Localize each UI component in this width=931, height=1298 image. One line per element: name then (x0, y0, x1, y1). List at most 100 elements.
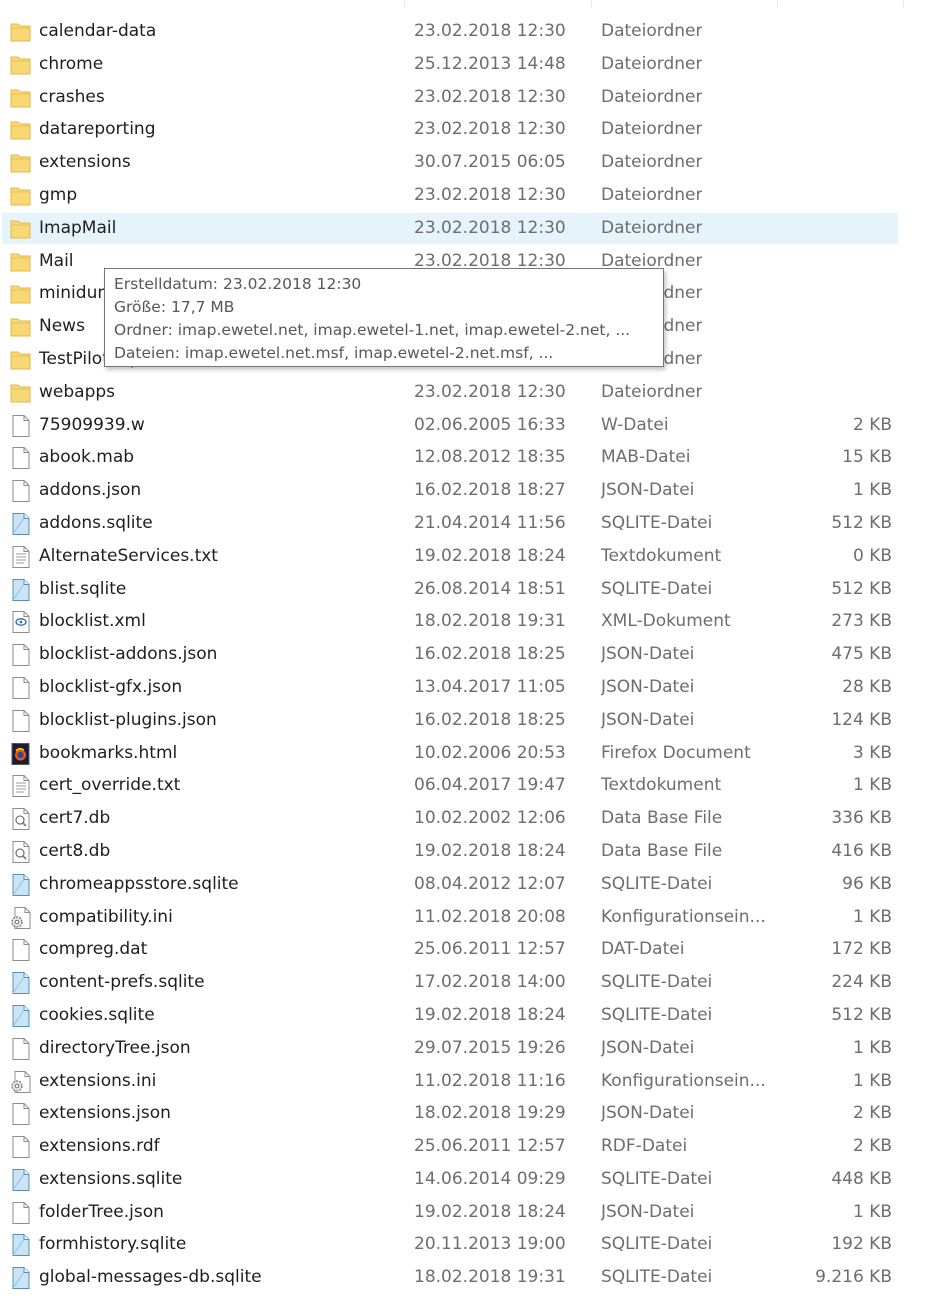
file-name: extensions.ini (39, 1070, 157, 1091)
file-date: 19.02.2018 18:24 (414, 840, 566, 861)
file-type: MAB-Datei (601, 447, 691, 468)
file-date: 25.06.2011 12:57 (414, 1136, 566, 1157)
file-row[interactable]: blocklist-gfx.json 13.04.2017 11:05 JSON-D… (0, 672, 931, 705)
file-size: 3 KB (852, 742, 892, 763)
file-size: 9.216 KB (815, 1267, 892, 1288)
file-row[interactable]: folderTree.json 19.02.2018 18:24 JSON-Date… (0, 1197, 931, 1230)
column-separator[interactable] (777, 0, 778, 7)
file-name: crashes (39, 86, 105, 107)
folder-row[interactable]: gmp 23.02.2018 12:30 Dateiordner (0, 180, 931, 213)
sqlite-file-icon (10, 873, 32, 897)
file-icon (10, 938, 32, 962)
file-name: blist.sqlite (39, 578, 127, 599)
file-row[interactable]: addons.sqlite 21.04.2014 11:56 SQLITE-Date… (0, 508, 931, 541)
file-name: extensions.sqlite (39, 1168, 183, 1189)
file-type: Dateiordner (601, 184, 703, 205)
folder-row[interactable]: calendar-data 23.02.2018 12:30 Dateiordner (0, 16, 931, 49)
file-row[interactable]: formhistory.sqlite 20.11.2013 19:00 SQLITE… (0, 1229, 931, 1262)
file-row[interactable]: blist.sqlite 26.08.2014 18:51 SQLITE-Datei… (0, 574, 931, 607)
file-date: 17.02.2018 14:00 (414, 972, 566, 993)
file-row[interactable]: blocklist.xml 18.02.2018 19:31 XML-Dokumen… (0, 606, 931, 639)
file-type: SQLITE-Datei (601, 1267, 713, 1288)
file-type: JSON-Datei (601, 1103, 695, 1124)
file-date: 25.12.2013 14:48 (414, 53, 566, 74)
file-size: 124 KB (831, 709, 892, 730)
file-row[interactable]: addons.json 16.02.2018 18:27 JSON-Datei 1 K… (0, 475, 931, 508)
folder-row[interactable]: extensions 30.07.2015 06:05 Dateiordner (0, 147, 931, 180)
file-name: chromeappsstore.sqlite (39, 873, 239, 894)
file-date: 23.02.2018 12:30 (414, 217, 566, 238)
file-name: gmp (39, 184, 78, 205)
folder-row[interactable]: webapps 23.02.2018 12:30 Dateiordner (0, 377, 931, 410)
file-row[interactable]: compreg.dat 25.06.2011 12:57 DAT-Datei 172 … (0, 934, 931, 967)
file-name: bookmarks.html (39, 742, 178, 763)
file-row[interactable]: extensions.sqlite 14.06.2014 09:29 SQLITE-… (0, 1164, 931, 1197)
file-size: 224 KB (831, 972, 892, 993)
folder-icon (10, 86, 32, 110)
file-name: blocklist.xml (39, 611, 146, 632)
file-row[interactable]: blocklist-plugins.json 16.02.2018 18:25 JS… (0, 705, 931, 738)
folder-row[interactable]: ImapMail 23.02.2018 12:30 Dateiordner (0, 212, 931, 246)
file-row[interactable]: global-messages-db.sqlite 18.02.2018 19:3… (0, 1262, 931, 1295)
file-type: Dateiordner (601, 21, 703, 41)
file-name: calendar-data (39, 21, 157, 41)
file-row[interactable]: extensions.rdf 25.06.2011 12:57 RDF-Datei 2… (0, 1131, 931, 1164)
file-name: 75909939.w (39, 414, 145, 435)
file-date: 14.06.2014 09:29 (414, 1168, 566, 1189)
file-size: 2 KB (852, 1103, 892, 1124)
file-row[interactable]: 75909939.w 02.06.2005 16:33 W-Datei 2 KB (0, 410, 931, 443)
file-row[interactable]: bookmarks.html 10.02.2006 20:53 Firefox Do… (0, 738, 931, 771)
folder-icon (10, 151, 32, 175)
file-row[interactable]: cookies.sqlite 19.02.2018 18:24 SQLITE-Dat… (0, 1000, 931, 1033)
file-name: extensions (39, 152, 131, 173)
file-name: AlternateServices.txt (39, 545, 218, 566)
db-file-icon (10, 840, 32, 864)
file-row[interactable]: AlternateServices.txt 19.02.2018 18:24 Tex… (0, 541, 931, 574)
file-date: 18.02.2018 19:31 (414, 1267, 566, 1288)
sqlite-file-icon (10, 512, 32, 536)
file-date: 20.11.2013 19:00 (414, 1234, 566, 1255)
file-type: Konfigurationsein... (601, 1070, 766, 1091)
column-separator[interactable] (903, 0, 904, 7)
file-size: 448 KB (831, 1168, 892, 1189)
column-separator[interactable] (591, 0, 592, 7)
file-type: Dateiordner (601, 381, 703, 402)
column-separator[interactable] (404, 0, 405, 7)
folder-row[interactable]: datareporting 23.02.2018 12:30 Dateiordner (0, 114, 931, 147)
file-size: 172 KB (831, 939, 892, 960)
file-name: ImapMail (39, 217, 117, 238)
file-row[interactable]: chromeappsstore.sqlite 08.04.2012 12:07 SQ… (0, 869, 931, 902)
folder-icon (10, 250, 32, 274)
file-row[interactable]: extensions.json 18.02.2018 19:29 JSON-Date… (0, 1098, 931, 1131)
file-type: JSON-Datei (601, 644, 695, 665)
file-row[interactable]: blocklist-addons.json 16.02.2018 18:25 JSO… (0, 639, 931, 672)
tooltip-files: Dateien: imap.ewetel.net.msf, imap.ewete… (114, 344, 554, 362)
file-row[interactable]: directoryTree.json 29.07.2015 19:26 JSON-D… (0, 1033, 931, 1066)
file-size: 192 KB (831, 1234, 892, 1255)
file-row[interactable]: extensions.ini 11.02.2018 11:16 Konfigurat… (0, 1066, 931, 1099)
file-icon (10, 479, 32, 503)
file-row[interactable]: compatibility.ini 11.02.2018 20:08 Konfigu… (0, 902, 931, 935)
file-size: 475 KB (831, 644, 892, 665)
file-row[interactable]: abook.mab 12.08.2012 18:35 MAB-Datei 15 KB (0, 442, 931, 475)
file-size: 273 KB (831, 611, 892, 632)
file-name: extensions.rdf (39, 1136, 160, 1157)
file-name: cert8.db (39, 840, 111, 861)
file-size: 512 KB (831, 1004, 892, 1025)
file-size: 1 KB (852, 1201, 892, 1222)
file-type: SQLITE-Datei (601, 972, 713, 993)
file-type: JSON-Datei (601, 1201, 695, 1222)
folder-row[interactable]: crashes 23.02.2018 12:30 Dateiordner (0, 82, 931, 115)
file-type: W-Datei (601, 414, 669, 435)
file-date: 16.02.2018 18:25 (414, 644, 566, 665)
folder-row[interactable]: chrome 25.12.2013 14:48 Dateiordner (0, 49, 931, 82)
file-date: 23.02.2018 12:30 (414, 381, 566, 402)
file-name: global-messages-db.sqlite (39, 1267, 262, 1288)
file-row[interactable]: content-prefs.sqlite 17.02.2018 14:00 SQLI… (0, 967, 931, 1000)
file-row[interactable]: cert_override.txt 06.04.2017 19:47 Textdok… (0, 770, 931, 803)
file-type: Textdokument (601, 775, 722, 796)
folder-icon (10, 315, 32, 339)
file-row[interactable]: cert7.db 10.02.2002 12:06 Data Base File 33… (0, 803, 931, 836)
file-type: XML-Dokument (601, 611, 731, 632)
file-row[interactable]: cert8.db 19.02.2018 18:24 Data Base File 41… (0, 836, 931, 869)
